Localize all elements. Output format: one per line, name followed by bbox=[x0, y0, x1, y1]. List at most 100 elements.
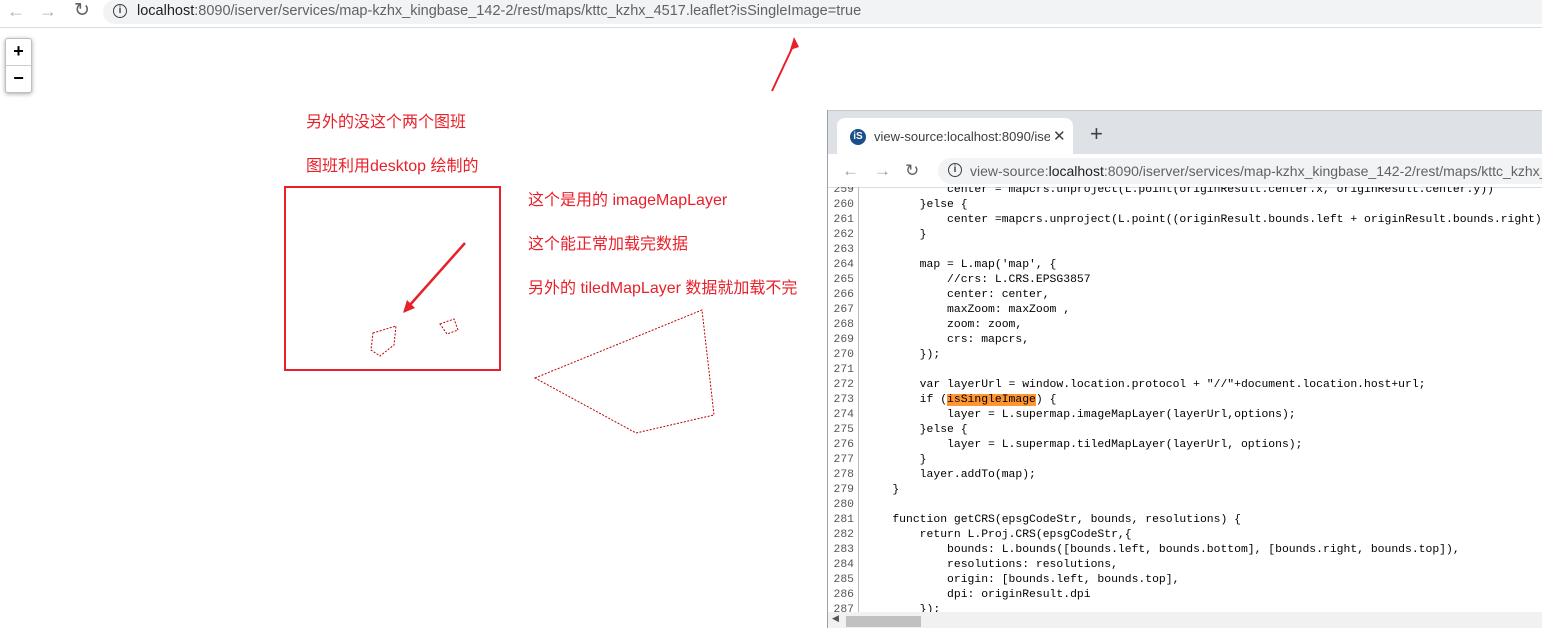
search-highlight: isSingleImage bbox=[947, 394, 1036, 406]
code-segment: var layerUrl = window.location.protocol … bbox=[865, 379, 1426, 391]
line-number: 260 bbox=[833, 199, 854, 211]
line-number: 276 bbox=[833, 439, 854, 451]
source-code-text: } bbox=[865, 483, 899, 498]
source-code-view[interactable]: 259 center = mapcrs.unproject(L.point(or… bbox=[828, 187, 1542, 612]
line-number: 286 bbox=[833, 589, 854, 601]
scrollbar-thumb[interactable] bbox=[846, 616, 921, 627]
zoom-in-button[interactable]: + bbox=[6, 39, 31, 66]
source-code-text: }); bbox=[865, 603, 941, 612]
line-number: 259 bbox=[833, 187, 854, 196]
line-number: 262 bbox=[833, 229, 854, 241]
line-number: 284 bbox=[833, 559, 854, 571]
view-source-toolbar: ← → ↻ i view-source:localhost:8090/iserv… bbox=[828, 154, 1542, 188]
line-number: 280 bbox=[833, 499, 854, 511]
source-code-text: center =mapcrs.unproject(L.point((origin… bbox=[865, 213, 1542, 228]
url-text[interactable]: view-source:localhost:8090/iserver/servi… bbox=[970, 163, 1542, 179]
address-bar[interactable]: i localhost:8090/iserver/services/map-kz… bbox=[103, 0, 1542, 24]
info-icon[interactable]: i bbox=[113, 4, 127, 18]
code-segment: function getCRS(epsgCodeStr, bounds, res… bbox=[865, 514, 1241, 526]
info-icon[interactable]: i bbox=[948, 163, 962, 177]
annotation-box bbox=[284, 186, 501, 371]
source-code-text: crs: mapcrs, bbox=[865, 333, 1029, 348]
code-segment: } bbox=[865, 454, 927, 466]
code-segment: crs: mapcrs, bbox=[865, 334, 1030, 346]
code-segment: } bbox=[865, 229, 927, 241]
line-number: 269 bbox=[833, 334, 854, 346]
source-code-text: layer = L.supermap.tiledMapLayer(layerUr… bbox=[865, 438, 1302, 453]
line-number: 267 bbox=[833, 304, 854, 316]
code-segment: ) { bbox=[1035, 394, 1057, 406]
line-number: 273 bbox=[833, 394, 854, 406]
reload-icon[interactable]: ↻ bbox=[905, 161, 919, 181]
annotation-text: 另外的没这个两个图班 bbox=[306, 114, 467, 131]
map-polygon-feature bbox=[439, 318, 459, 335]
line-number: 261 bbox=[833, 214, 854, 226]
url-host: localhost bbox=[1048, 163, 1104, 179]
annotation-arrowhead bbox=[790, 37, 799, 50]
code-segment: resolutions: resolutions, bbox=[865, 559, 1118, 571]
line-number: 266 bbox=[833, 289, 854, 301]
code-segment: layer.addTo(map); bbox=[865, 469, 1036, 481]
back-arrow-icon[interactable]: ← bbox=[4, 0, 28, 24]
code-segment: }else { bbox=[865, 424, 968, 436]
tab-title: view-source:localhost:8090/iserver bbox=[874, 129, 1050, 144]
forward-arrow-icon[interactable]: → bbox=[874, 161, 891, 181]
scroll-left-icon[interactable]: ◀ bbox=[832, 613, 839, 624]
code-segment: if ( bbox=[865, 394, 948, 406]
source-code-text: map = L.map('map', { bbox=[865, 258, 1057, 273]
map-polygon-feature bbox=[370, 325, 397, 357]
line-number: 279 bbox=[833, 484, 854, 496]
code-segment: } bbox=[865, 484, 900, 496]
view-source-window: iS view-source:localhost:8090/iserver ✕ … bbox=[827, 110, 1542, 628]
close-icon[interactable]: ✕ bbox=[1053, 127, 1066, 145]
line-number: 265 bbox=[833, 274, 854, 286]
code-segment: }); bbox=[865, 349, 941, 361]
source-code-text: } bbox=[865, 453, 927, 468]
line-number: 285 bbox=[833, 574, 854, 586]
url-text[interactable]: localhost:8090/iserver/services/map-kzhx… bbox=[137, 3, 861, 19]
source-code-text: resolutions: resolutions, bbox=[865, 558, 1118, 573]
line-number: 264 bbox=[833, 259, 854, 271]
new-tab-button[interactable]: + bbox=[1090, 123, 1103, 145]
code-segment: map = L.map('map', { bbox=[865, 259, 1057, 271]
code-segment: center = mapcrs.unproject(L.point(origin… bbox=[865, 187, 1494, 196]
code-segment: //crs: L.CRS.EPSG3857 bbox=[865, 274, 1091, 286]
line-number: 283 bbox=[833, 544, 854, 556]
back-arrow-icon[interactable]: ← bbox=[842, 161, 859, 181]
zoom-out-button[interactable]: − bbox=[6, 66, 31, 92]
zoom-control: + − bbox=[5, 38, 32, 93]
code-segment: }); bbox=[865, 604, 941, 612]
url-prefix: view-source: bbox=[970, 163, 1049, 179]
source-code-text: }else { bbox=[865, 198, 968, 213]
source-code-text: //crs: L.CRS.EPSG3857 bbox=[865, 273, 1091, 288]
code-segment: center: center, bbox=[865, 289, 1050, 301]
url-path: :8090/iserver/services/map-kzhx_kingbase… bbox=[1103, 163, 1542, 179]
source-code-text: } bbox=[865, 228, 927, 243]
source-code-text: origin: [bounds.left, bounds.top], bbox=[865, 573, 1179, 588]
horizontal-scrollbar[interactable]: ◀ bbox=[828, 612, 1542, 628]
source-code-text: return L.Proj.CRS(epsgCodeStr,{ bbox=[865, 528, 1132, 543]
line-number: 270 bbox=[833, 349, 854, 361]
forward-arrow-icon[interactable]: → bbox=[36, 0, 60, 24]
tab-view-source[interactable]: iS view-source:localhost:8090/iserver ✕ bbox=[837, 118, 1073, 155]
line-number: 287 bbox=[833, 604, 854, 612]
line-number: 272 bbox=[833, 379, 854, 391]
url-host: localhost bbox=[137, 3, 195, 19]
line-number: 275 bbox=[833, 424, 854, 436]
code-segment: center =mapcrs.unproject(L.point((origin… bbox=[865, 214, 1542, 226]
source-code-text: var layerUrl = window.location.protocol … bbox=[865, 378, 1426, 393]
line-number: 271 bbox=[833, 364, 854, 376]
line-number: 281 bbox=[833, 514, 854, 526]
reload-icon[interactable]: ↻ bbox=[70, 0, 94, 24]
code-segment: }else { bbox=[865, 199, 968, 211]
line-number: 278 bbox=[833, 469, 854, 481]
annotation-text: 另外的 tiledMapLayer 数据就加载不完 bbox=[528, 280, 798, 297]
address-bar[interactable]: i view-source:localhost:8090/iserver/ser… bbox=[938, 158, 1542, 184]
url-path: :8090/iserver/services/map-kzhx_kingbase… bbox=[194, 3, 862, 19]
code-segment: zoom: zoom, bbox=[865, 319, 1023, 331]
source-code-text: layer.addTo(map); bbox=[865, 468, 1036, 483]
line-number: 277 bbox=[833, 454, 854, 466]
map-polygon-feature bbox=[533, 309, 715, 434]
annotation-arrowhead bbox=[403, 300, 415, 313]
source-code-text: zoom: zoom, bbox=[865, 318, 1022, 333]
